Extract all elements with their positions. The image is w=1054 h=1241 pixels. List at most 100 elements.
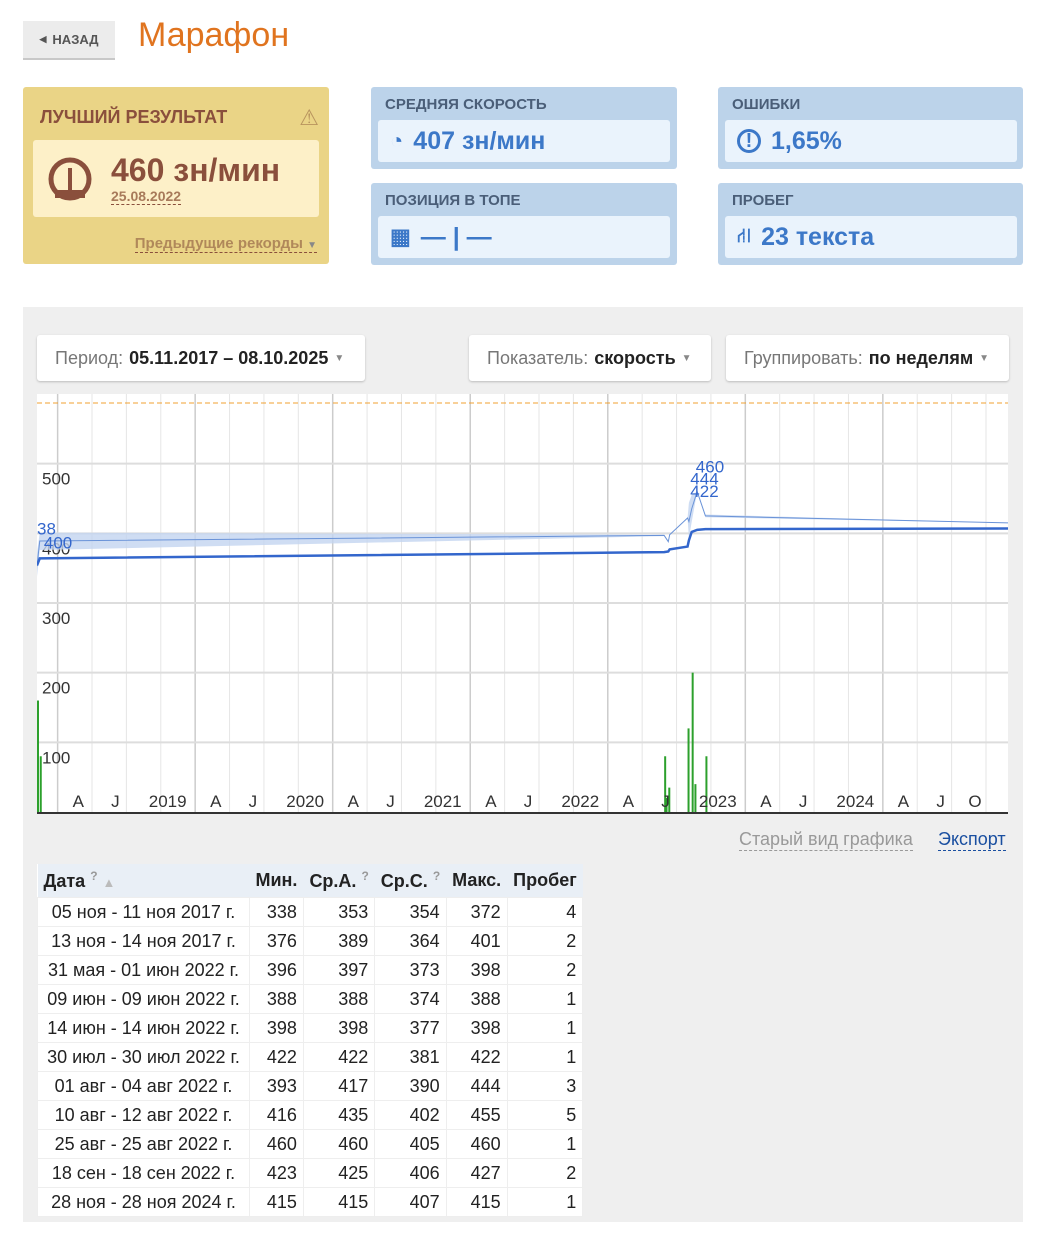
table-cell: 377	[374, 1013, 447, 1043]
group-label: Группировать:	[744, 347, 863, 368]
period-value: 05.11.2017 – 08.10.2025	[129, 347, 329, 368]
errors-card: ОШИБКИ! 1,65%	[718, 87, 1023, 169]
caret-down-icon: ▼	[979, 352, 990, 364]
table-cell: 417	[302, 1071, 376, 1101]
table-cell: 444	[445, 1071, 508, 1101]
table-cell: 415	[445, 1187, 508, 1217]
column-header[interactable]: Ср.С. ?	[374, 864, 447, 898]
metric-dropdown[interactable]: Показатель: скорость ▼	[469, 335, 711, 381]
results-table: Дата ? ▲ Мин. Ср.А. ? Ср.С. ? Макс. Пробег 05…	[37, 864, 584, 1217]
table-cell: 427	[445, 1158, 508, 1188]
x-tick-label: J	[111, 792, 120, 811]
page-title: Марафон	[138, 16, 290, 54]
column-header[interactable]: Пробег	[507, 864, 583, 898]
road-icon: ⛙	[737, 224, 752, 247]
table-cell: 398	[302, 1013, 376, 1043]
table-cell: 13 ноя - 14 ноя 2017 г.	[37, 926, 250, 956]
column-header-label: Ср.С.	[380, 871, 428, 891]
caret-down-icon: ▼	[334, 352, 345, 364]
table-cell: 2	[506, 955, 584, 985]
table-cell: 416	[249, 1100, 304, 1130]
column-header-label: Ср.А.	[309, 871, 357, 891]
table-cell: 09 июн - 09 июн 2022 г.	[37, 984, 250, 1014]
column-header-label: Макс.	[452, 870, 502, 890]
column-header[interactable]: Ср.А. ?	[303, 864, 375, 898]
mileage-card: ПРОБЕГ ⛙ 23 текста	[718, 183, 1023, 265]
table-cell: 460	[302, 1129, 376, 1159]
point-label: 400	[44, 534, 72, 553]
table-cell: 354	[374, 897, 447, 927]
export-link[interactable]: Экспорт	[938, 829, 1006, 851]
previous-records-toggle[interactable]: Предыдущие рекорды ▼	[134, 235, 317, 253]
table-row: 09 июн - 09 июн 2022 г. 388 388 374 388 1	[37, 984, 584, 1014]
table-row: 30 июл - 30 июл 2022 г. 422 422 381 422 1	[37, 1042, 584, 1072]
y-tick-label: 200	[42, 679, 70, 698]
table-cell: 423	[249, 1158, 304, 1188]
table-cell: 396	[249, 955, 304, 985]
help-icon[interactable]: ?	[433, 869, 440, 883]
group-dropdown[interactable]: Группировать: по неделям ▼	[726, 335, 1009, 381]
table-row: 10 авг - 12 авг 2022 г. 416 435 402 455 5	[37, 1100, 584, 1130]
card-title: ПРОБЕГ	[732, 192, 794, 209]
old-chart-view-link[interactable]: Старый вид графика	[739, 829, 913, 851]
table-cell: 3	[506, 1071, 584, 1101]
best-date-link[interactable]: 25.08.2022	[111, 188, 182, 205]
card-title: ПОЗИЦИЯ В ТОПЕ	[385, 192, 521, 209]
table-cell: 422	[445, 1042, 508, 1072]
x-tick-label: J	[799, 792, 808, 811]
x-tick-label: J	[661, 792, 670, 811]
x-tick-label: J	[249, 792, 258, 811]
card-title: СРЕДНЯЯ СКОРОСТЬ	[385, 96, 547, 113]
x-tick-label: A	[348, 792, 360, 811]
speedometer-icon	[48, 157, 92, 201]
table-cell: 415	[249, 1187, 304, 1217]
table-row: 25 авг - 25 авг 2022 г. 460 460 405 460 1	[37, 1129, 584, 1159]
table-cell: 460	[445, 1129, 508, 1159]
column-header[interactable]: Макс.	[446, 864, 508, 898]
table-row: 01 авг - 04 авг 2022 г. 393 417 390 444 3	[37, 1071, 584, 1101]
warning-icon[interactable]: ⚠	[299, 105, 319, 131]
table-cell: 1	[506, 1129, 584, 1159]
table-cell: 397	[302, 955, 376, 985]
best-speed-value: 460 зн/мин	[111, 152, 281, 188]
column-header[interactable]: Дата ? ▲	[37, 864, 250, 898]
mileage-bar	[694, 784, 697, 812]
column-header-label: Дата	[43, 871, 86, 891]
table-cell: 415	[302, 1187, 376, 1217]
card-value: 1,65%	[771, 126, 842, 155]
table-cell: 405	[374, 1129, 447, 1159]
x-tick-label: A	[898, 792, 910, 811]
column-header[interactable]: Мин.	[249, 864, 304, 898]
table-cell: 435	[302, 1100, 376, 1130]
mileage-bar	[39, 756, 42, 812]
y-tick-label: 500	[42, 470, 70, 489]
table-cell: 398	[445, 1013, 508, 1043]
x-tick-label: A	[485, 792, 497, 811]
x-tick-label: J	[936, 792, 945, 811]
card-value: 23 текста	[761, 222, 875, 251]
table-cell: 2	[506, 1158, 584, 1188]
speed-chart[interactable]: 10020030040050038400460444422AJ2019AJ202…	[37, 394, 1008, 814]
table-cell: 1	[506, 1187, 584, 1217]
mileage-bar	[687, 728, 690, 812]
help-icon[interactable]: ?	[90, 869, 97, 883]
table-cell: 14 июн - 14 июн 2022 г.	[37, 1013, 250, 1043]
back-button[interactable]: ◀ НАЗАД	[23, 21, 115, 60]
best-result-card: ЛУЧШИЙ РЕЗУЛЬТАТ ⚠ 460 зн/мин 25.08.2022…	[23, 87, 329, 264]
table-cell: 31 мая - 01 июн 2022 г.	[37, 955, 250, 985]
x-tick-label: 2021	[424, 792, 462, 811]
table-cell: 425	[302, 1158, 376, 1188]
table-cell: 393	[249, 1071, 304, 1101]
table-cell: 398	[249, 1013, 304, 1043]
point-label: 422	[690, 482, 718, 501]
speedometer-icon: ◔	[390, 128, 404, 153]
y-tick-label: 100	[42, 748, 70, 767]
period-label: Период:	[55, 347, 124, 368]
period-dropdown[interactable]: Период: 05.11.2017 – 08.10.2025 ▼	[37, 335, 365, 381]
x-tick-label: A	[210, 792, 222, 811]
table-cell: 338	[249, 897, 304, 927]
card-value: 407 зн/мин	[413, 126, 546, 155]
table-cell: 388	[302, 984, 376, 1014]
table-cell: 376	[249, 926, 304, 956]
help-icon[interactable]: ?	[361, 869, 368, 883]
